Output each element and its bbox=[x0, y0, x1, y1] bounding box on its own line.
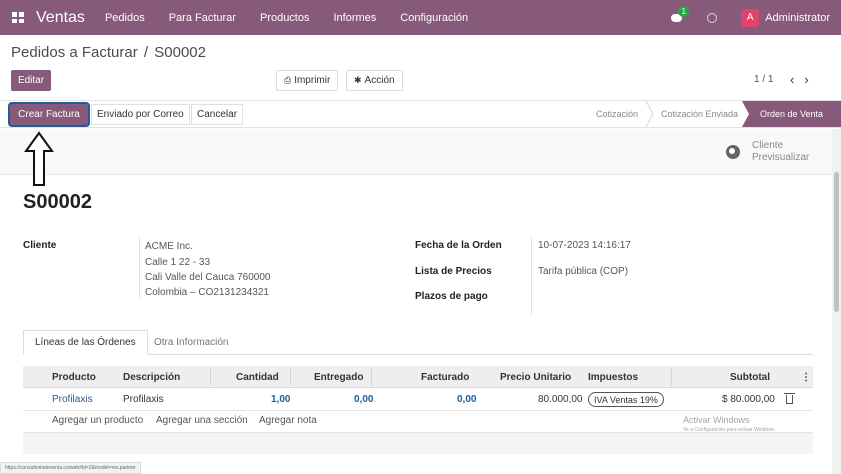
activity-clock-icon[interactable] bbox=[707, 12, 718, 23]
row-tax-tag[interactable]: IVA Ventas 19% bbox=[588, 392, 664, 407]
customer-city: Cali Valle del Cauca 760000 bbox=[145, 272, 271, 283]
col-divider bbox=[210, 368, 211, 386]
field-divider bbox=[139, 236, 140, 298]
pager-value[interactable]: 1 / 1 bbox=[754, 74, 773, 85]
row-unit-price[interactable]: 80.000,00 bbox=[538, 394, 583, 405]
col-subtotal[interactable]: Subtotal bbox=[730, 372, 770, 383]
pricelist-value[interactable]: Tarifa pública (COP) bbox=[538, 266, 628, 277]
customer-name[interactable]: ACME Inc. bbox=[145, 241, 193, 252]
col-invoiced[interactable]: Facturado bbox=[421, 372, 469, 383]
breadcrumb-separator: / bbox=[143, 44, 149, 61]
menu-configuracion[interactable]: Configuración bbox=[400, 12, 468, 24]
stage-separator-icon bbox=[645, 101, 654, 127]
col-product[interactable]: Producto bbox=[52, 372, 96, 383]
customer-street: Calle 1 22 - 33 bbox=[145, 257, 211, 268]
order-date-value[interactable]: 10-07-2023 14:16:17 bbox=[538, 240, 631, 251]
status-bar: Crear Factura Enviado por Correo Cancela… bbox=[0, 100, 841, 128]
order-title: S00002 bbox=[23, 191, 92, 213]
edit-button[interactable]: Editar bbox=[11, 70, 51, 91]
stage-sales-order: Orden de Venta bbox=[742, 101, 841, 127]
create-invoice-button[interactable]: Crear Factura bbox=[10, 104, 88, 125]
preview-line-1: Cliente bbox=[752, 140, 784, 151]
breadcrumb: Pedidos a Facturar / S00002 bbox=[11, 44, 206, 61]
row-delivered[interactable]: 0,00 bbox=[354, 394, 373, 405]
chat-icon[interactable]: 1 bbox=[671, 6, 690, 23]
app-brand[interactable]: Ventas bbox=[36, 9, 85, 27]
apps-grid-icon[interactable] bbox=[12, 12, 24, 23]
col-unit-price[interactable]: Precio Unitario bbox=[500, 372, 571, 383]
divider bbox=[0, 174, 832, 175]
print-button[interactable]: ⎙ Imprimir bbox=[276, 70, 339, 91]
watermark-line-2: Ve a Configuración para activar Windows. bbox=[683, 427, 776, 433]
tab-other-info[interactable]: Otra Información bbox=[143, 330, 239, 355]
optional-columns-icon[interactable]: ⋮ bbox=[801, 372, 811, 383]
annotation-arrow-up-icon bbox=[24, 131, 54, 186]
order-lines-header: Producto Descripción Cantidad Entregado … bbox=[23, 366, 813, 388]
notebook-tabs: Líneas de las Órdenes Otra Información bbox=[23, 330, 813, 355]
chevron-right-icon[interactable]: › bbox=[804, 72, 818, 87]
scrollbar-thumb[interactable] bbox=[834, 172, 839, 312]
windows-activation-watermark: Activar Windows Ve a Configuración para … bbox=[683, 415, 776, 433]
sheet-background bbox=[0, 129, 832, 174]
trash-icon[interactable] bbox=[784, 393, 795, 404]
browser-status-url: https://consultoriodeventa.co/web#id=2&m… bbox=[0, 462, 141, 474]
row-quantity[interactable]: 1,00 bbox=[271, 394, 290, 405]
col-delivered[interactable]: Entregado bbox=[314, 372, 363, 383]
row-description[interactable]: Profilaxis bbox=[123, 394, 164, 405]
row-subtotal: $ 80.000,00 bbox=[722, 394, 775, 405]
print-icon: ⎙ bbox=[284, 75, 292, 85]
col-divider bbox=[290, 368, 291, 386]
send-email-button[interactable]: Enviado por Correo bbox=[91, 104, 190, 125]
menu-productos[interactable]: Productos bbox=[260, 12, 310, 24]
cancel-button[interactable]: Cancelar bbox=[191, 104, 244, 125]
row-product[interactable]: Profilaxis bbox=[52, 394, 93, 405]
customer-label: Cliente bbox=[23, 240, 57, 251]
col-taxes[interactable]: Impuestos bbox=[588, 372, 638, 383]
col-description[interactable]: Descripción bbox=[123, 372, 180, 383]
menu-pedidos[interactable]: Pedidos bbox=[105, 12, 145, 24]
stage-quotation[interactable]: Cotización bbox=[596, 101, 638, 127]
globe-icon bbox=[726, 145, 740, 159]
chat-badge: 1 bbox=[678, 6, 690, 17]
breadcrumb-current: S00002 bbox=[154, 44, 206, 61]
order-date-label: Fecha de la Orden bbox=[415, 240, 502, 251]
menu-informes[interactable]: Informes bbox=[333, 12, 376, 24]
gear-icon: ✱ bbox=[354, 75, 362, 85]
col-divider bbox=[671, 368, 672, 386]
field-divider bbox=[531, 236, 532, 316]
avatar[interactable]: A bbox=[741, 8, 760, 27]
table-footer bbox=[23, 432, 813, 454]
customer-country: Colombia – CO2131234321 bbox=[145, 287, 269, 298]
preview-line-2: Previsualizar bbox=[752, 152, 810, 163]
action-label: Acción bbox=[364, 75, 395, 86]
col-quantity[interactable]: Cantidad bbox=[236, 372, 279, 383]
row-invoiced[interactable]: 0,00 bbox=[457, 394, 476, 405]
payment-terms-label: Plazos de pago bbox=[415, 291, 488, 302]
breadcrumb-parent[interactable]: Pedidos a Facturar bbox=[11, 44, 138, 61]
add-section-link[interactable]: Agregar una sección bbox=[156, 415, 248, 426]
action-button[interactable]: ✱ Acción bbox=[346, 70, 403, 91]
stage-quotation-sent[interactable]: Cotización Enviada bbox=[661, 101, 738, 127]
pricelist-label: Lista de Precios bbox=[415, 266, 492, 277]
col-divider bbox=[371, 368, 372, 386]
table-row[interactable]: Profilaxis Profilaxis 1,00 0,00 0,00 80.… bbox=[23, 389, 813, 411]
pager-arrows: ‹› bbox=[790, 72, 819, 87]
add-note-link[interactable]: Agregar nota bbox=[259, 415, 317, 426]
username[interactable]: Administrator bbox=[765, 12, 830, 24]
menu-para-facturar[interactable]: Para Facturar bbox=[169, 12, 236, 24]
add-product-link[interactable]: Agregar un producto bbox=[52, 415, 143, 426]
top-navbar: Ventas Pedidos Para Facturar Productos I… bbox=[0, 0, 841, 35]
print-label: Imprimir bbox=[294, 75, 331, 86]
watermark-line-1: Activar Windows bbox=[683, 415, 750, 425]
chevron-left-icon[interactable]: ‹ bbox=[790, 72, 804, 87]
tab-order-lines[interactable]: Líneas de las Órdenes bbox=[23, 330, 148, 355]
customer-preview-button[interactable]: Cliente Previsualizar bbox=[726, 140, 809, 164]
